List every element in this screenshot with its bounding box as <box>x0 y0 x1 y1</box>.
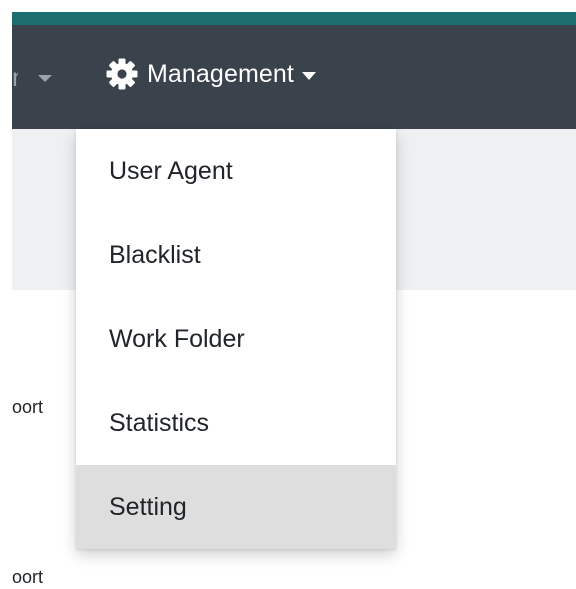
nav-item-previous[interactable]: n <box>12 57 52 97</box>
menu-item-label: Statistics <box>109 408 210 437</box>
management-dropdown-menu: User Agent Blacklist Work Folder Statist… <box>76 129 396 549</box>
chevron-down-icon <box>38 74 52 82</box>
nav-item-management-label: Management <box>147 59 294 88</box>
menu-item-label: Blacklist <box>109 240 201 269</box>
nav-item-previous-label: n <box>12 57 18 97</box>
menu-item-statistics[interactable]: Statistics <box>76 381 396 465</box>
menu-item-work-folder[interactable]: Work Folder <box>76 297 396 381</box>
menu-item-label: Setting <box>109 492 187 521</box>
gear-icon <box>106 58 138 90</box>
menu-item-user-agent[interactable]: User Agent <box>76 129 396 213</box>
content-row-text: oort <box>12 397 44 417</box>
page-top-margin <box>0 0 576 12</box>
chevron-down-icon <box>301 71 316 80</box>
menu-item-label: Work Folder <box>109 324 245 353</box>
accent-strip <box>12 12 576 25</box>
nav-item-management[interactable]: Management <box>105 52 316 96</box>
menu-item-label: User Agent <box>109 156 233 185</box>
menu-item-setting[interactable]: Setting <box>76 465 396 549</box>
content-row-text: oort <box>12 567 44 587</box>
menu-item-blacklist[interactable]: Blacklist <box>76 213 396 297</box>
